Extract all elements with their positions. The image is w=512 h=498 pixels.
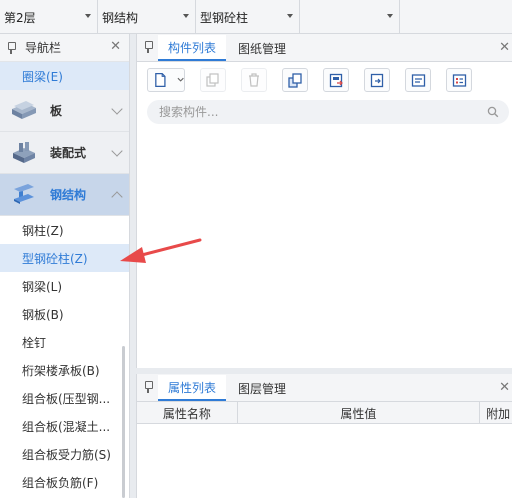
copy-component-button[interactable] (200, 68, 226, 92)
component-type-selector-value: 型钢砼柱 (200, 10, 249, 25)
new-component-button[interactable] (147, 68, 185, 92)
new-file-icon (155, 72, 166, 88)
component-toolbar (137, 62, 512, 98)
top-selector-bar: 第2层 钢结构 型钢砼柱 (0, 0, 512, 34)
nav-item-composite-slab-profiled[interactable]: 组合板(压型钢... (0, 384, 129, 412)
navigation-panel-title: 导航栏 (25, 41, 62, 55)
copy-icon (206, 73, 219, 87)
tab-layer-management[interactable]: 图层管理 (228, 375, 296, 401)
property-list-icon (452, 73, 466, 87)
nav-item-composite-slab-negative-rebar[interactable]: 组合板负筋(F) (0, 468, 129, 496)
duplicate-icon (287, 72, 302, 88)
component-properties-button[interactable] (446, 68, 472, 92)
copy-to-floor-icon (329, 73, 343, 87)
component-search-box (147, 100, 509, 124)
nav-item-composite-slab-rebar[interactable]: 组合板受力筋(S) (0, 440, 129, 468)
info-panel-icon (411, 73, 425, 87)
tab-component-list[interactable]: 构件列表 (158, 35, 227, 61)
nav-item-steel-beam[interactable]: 钢梁(L) (0, 272, 129, 300)
chevron-down-icon (177, 77, 184, 82)
import-component-button[interactable] (364, 68, 390, 92)
chevron-down-icon (111, 145, 123, 157)
column-header-property-name[interactable]: 属性名称 (137, 402, 238, 424)
floor-selector-value: 第2层 (4, 10, 36, 25)
nav-item-steel-plate[interactable]: 钢板(B) (0, 300, 129, 328)
nav-category-slab[interactable]: 板 (0, 90, 129, 132)
column-header-property-value[interactable]: 属性值 (238, 402, 481, 424)
chevron-down-icon (183, 14, 189, 18)
delete-component-button[interactable] (241, 68, 267, 92)
annotation-arrow-icon (120, 238, 202, 263)
nav-item-ring-beam[interactable]: 圈梁(E) (0, 62, 129, 90)
pin-icon[interactable] (144, 381, 153, 393)
search-icon[interactable] (487, 106, 499, 118)
property-grid-header: 属性名称 属性值 附加 (137, 402, 512, 424)
navigation-panel-header: 导航栏 ✕ (0, 34, 129, 62)
navigation-panel: 导航栏 ✕ 圈梁(E) 板 装配式 钢结构 钢柱(Z) 型钢砼柱(Z) 钢梁(L… (0, 34, 130, 498)
duplicate-component-button[interactable] (282, 68, 308, 92)
component-list-panel: 构件列表 图纸管理 ✕ (136, 34, 512, 368)
nav-item-steel-concrete-column[interactable]: 型钢砼柱(Z) (0, 244, 129, 272)
nav-category-label: 装配式 (50, 146, 87, 160)
pin-icon[interactable] (7, 41, 16, 54)
prefab-icon (13, 141, 35, 163)
property-panel-tabs: 属性列表 图层管理 ✕ (137, 374, 512, 402)
tab-drawing-management[interactable]: 图纸管理 (228, 35, 296, 61)
category-selector-value: 钢结构 (102, 10, 139, 25)
floor-selector[interactable]: 第2层 (0, 0, 98, 34)
nav-item-stud[interactable]: 栓钉 (0, 328, 129, 356)
trash-icon (249, 73, 259, 87)
copy-to-floor-button[interactable] (323, 68, 349, 92)
close-icon[interactable]: ✕ (499, 381, 510, 395)
chevron-down-icon (85, 14, 91, 18)
component-panel-tabs: 构件列表 图纸管理 ✕ (137, 34, 512, 62)
nav-item-truss-deck[interactable]: 桁架楼承板(B) (0, 356, 129, 384)
component-info-button[interactable] (405, 68, 431, 92)
slab-icon (12, 100, 36, 119)
category-selector[interactable]: 钢结构 (98, 0, 196, 34)
chevron-down-icon (111, 103, 123, 115)
steel-beam-icon (14, 183, 34, 204)
nav-category-label: 钢结构 (50, 188, 87, 202)
chevron-down-icon (387, 14, 393, 18)
nav-category-label: 板 (50, 104, 63, 118)
nav-item-steel-column[interactable]: 钢柱(Z) (0, 216, 129, 244)
import-icon (370, 73, 383, 87)
chevron-up-icon (111, 191, 123, 203)
column-header-extra[interactable]: 附加 (480, 402, 512, 424)
property-list-panel: 属性列表 图层管理 ✕ 属性名称 属性值 附加 (136, 374, 512, 498)
nav-category-steel-structure[interactable]: 钢结构 (0, 174, 129, 216)
tab-property-list[interactable]: 属性列表 (158, 375, 227, 401)
scrollbar[interactable] (122, 346, 125, 498)
pin-icon[interactable] (144, 41, 153, 53)
extra-selector[interactable] (300, 0, 400, 34)
chevron-down-icon (287, 14, 293, 18)
nav-item-composite-slab-concrete[interactable]: 组合板(混凝土... (0, 412, 129, 440)
close-icon[interactable]: ✕ (110, 40, 121, 54)
component-type-selector[interactable]: 型钢砼柱 (196, 0, 300, 34)
close-icon[interactable]: ✕ (499, 41, 510, 55)
nav-category-prefab[interactable]: 装配式 (0, 132, 129, 174)
component-search-input[interactable] (159, 105, 459, 119)
